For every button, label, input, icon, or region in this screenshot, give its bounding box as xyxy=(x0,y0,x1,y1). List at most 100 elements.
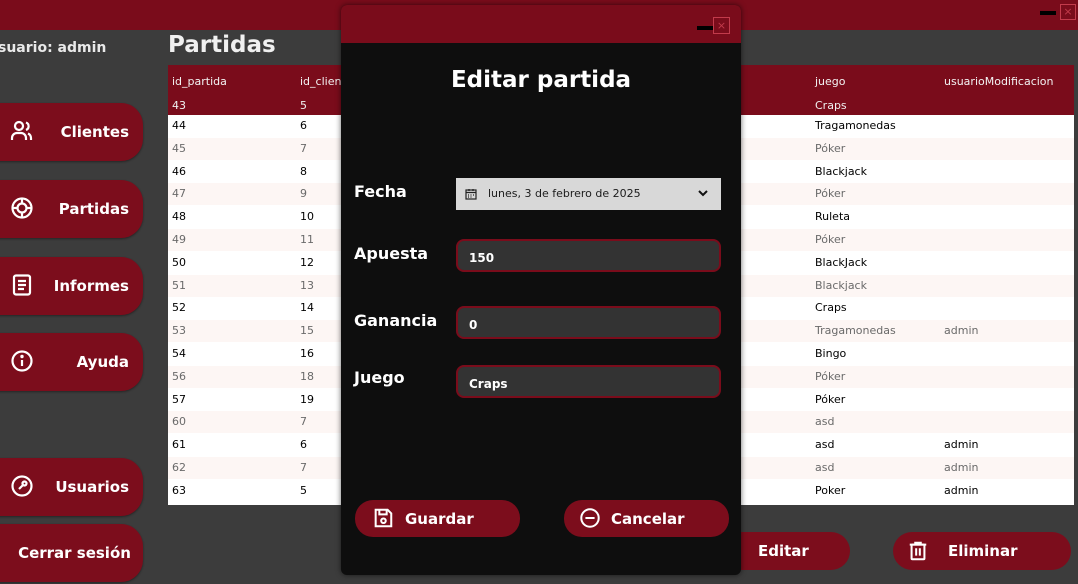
close-icon[interactable]: × xyxy=(1060,4,1076,20)
wrench-icon xyxy=(11,475,33,497)
close-icon[interactable]: × xyxy=(713,17,730,34)
info-icon xyxy=(11,350,33,372)
column-header[interactable]: juego xyxy=(815,75,846,88)
ganancia-input[interactable]: 0 xyxy=(456,306,721,339)
table-cell: Blackjack xyxy=(815,164,867,178)
table-cell: 62 xyxy=(172,461,186,474)
table-cell: 44 xyxy=(172,119,186,132)
table-cell: 13 xyxy=(300,278,314,292)
table-cell: admin xyxy=(944,483,979,497)
table-cell: Ruleta xyxy=(815,210,850,224)
sidebar-item-label: Clientes xyxy=(60,123,129,141)
table-cell: 7 xyxy=(300,415,307,429)
page-title: Partidas xyxy=(168,32,276,58)
table-cell: 56 xyxy=(172,369,186,383)
table-cell: 53 xyxy=(172,324,186,338)
table-cell: 47 xyxy=(172,187,186,201)
apuesta-label: Apuesta xyxy=(354,244,429,263)
table-cell: 43 xyxy=(172,99,186,112)
table-cell: Craps xyxy=(815,301,847,315)
table-cell: Tragamonedas xyxy=(815,119,896,132)
juego-input[interactable]: Craps xyxy=(456,365,721,398)
table-cell: 5 xyxy=(300,99,307,112)
table-cell: 52 xyxy=(172,301,186,315)
dialog-title-bar: × xyxy=(341,5,741,43)
table-cell: Blackjack xyxy=(815,278,867,292)
save-button[interactable]: Guardar xyxy=(355,500,520,537)
sidebar-item-label: Informes xyxy=(53,277,129,295)
table-cell: 14 xyxy=(300,301,314,315)
table-cell: Craps xyxy=(815,99,847,112)
fecha-date-picker[interactable]: lunes, 3 de febrero de 2025 xyxy=(456,178,721,210)
save-icon xyxy=(374,508,393,528)
report-icon xyxy=(12,274,32,296)
calendar-icon xyxy=(465,189,477,200)
juego-label: Juego xyxy=(354,368,405,387)
column-header[interactable]: id_partida xyxy=(172,75,227,88)
table-cell: 49 xyxy=(172,233,186,246)
table-cell: 46 xyxy=(172,164,186,178)
sidebar-item-clientes[interactable]: Clientes xyxy=(0,103,143,161)
sidebar-item-label: Partidas xyxy=(58,200,129,218)
table-cell: Póker xyxy=(815,369,846,383)
delete-button[interactable]: Eliminar xyxy=(893,532,1071,570)
table-cell: asd xyxy=(815,415,835,429)
table-cell: Bingo xyxy=(815,347,847,360)
table-cell: 5 xyxy=(300,483,307,497)
table-cell: Tragamonedas xyxy=(815,324,896,338)
edit-dialog: × Editar partida Fecha lunes, 3 de febre… xyxy=(341,5,741,575)
table-cell: 12 xyxy=(300,255,314,269)
sidebar-item-usuarios[interactable]: Usuarios xyxy=(0,458,143,516)
ganancia-label: Ganancia xyxy=(354,311,438,330)
table-cell: 7 xyxy=(300,141,307,155)
minus-circle-icon xyxy=(580,508,600,528)
table-cell: admin xyxy=(944,461,979,474)
user-label: suario: admin xyxy=(0,40,107,56)
fecha-label: Fecha xyxy=(354,182,407,201)
table-cell: 45 xyxy=(172,141,186,155)
users-icon xyxy=(10,120,33,140)
table-cell: 10 xyxy=(300,210,314,224)
fecha-value: lunes, 3 de febrero de 2025 xyxy=(488,187,641,200)
sidebar-item-label: Ayuda xyxy=(76,353,129,371)
table-cell: asd xyxy=(815,461,835,474)
column-header[interactable]: usuarioModificacion xyxy=(944,75,1054,88)
minimize-icon[interactable] xyxy=(697,26,714,30)
save-label: Guardar xyxy=(405,510,474,528)
dialog-title: Editar partida xyxy=(450,67,632,93)
table-cell: admin xyxy=(944,324,979,338)
trash-icon xyxy=(909,541,927,561)
table-cell: 54 xyxy=(172,347,186,360)
cancel-button[interactable]: Cancelar xyxy=(564,500,729,537)
minimize-icon[interactable] xyxy=(1040,11,1056,15)
sidebar-item-partidas[interactable]: Partidas xyxy=(0,180,143,238)
cancel-label: Cancelar xyxy=(611,510,685,528)
table-cell: 51 xyxy=(172,278,186,292)
table-cell: Póker xyxy=(815,392,846,406)
column-header[interactable]: id_client xyxy=(300,75,346,88)
table-cell: Póker xyxy=(815,233,846,246)
table-cell: admin xyxy=(944,438,979,452)
table-cell: 6 xyxy=(300,438,307,452)
logout-label: Cerrar sesión xyxy=(18,544,131,562)
chevron-down-icon xyxy=(698,190,708,197)
table-cell: Póker xyxy=(815,187,846,201)
table-cell: 9 xyxy=(300,187,307,201)
apuesta-input[interactable]: 150 xyxy=(456,239,721,272)
table-cell: 19 xyxy=(300,392,314,406)
table-cell: Póker xyxy=(815,141,846,155)
table-cell: 18 xyxy=(300,369,314,383)
chip-icon xyxy=(11,197,33,219)
logout-button[interactable]: Cerrar sesión xyxy=(0,524,143,582)
table-cell: 61 xyxy=(172,438,186,452)
table-cell: 63 xyxy=(172,483,186,497)
table-cell: 57 xyxy=(172,392,186,406)
sidebar-item-ayuda[interactable]: Ayuda xyxy=(0,333,143,391)
sidebar-item-label: Usuarios xyxy=(55,478,129,496)
table-cell: 48 xyxy=(172,210,186,224)
table-cell: 16 xyxy=(300,347,314,360)
table-cell: 11 xyxy=(300,233,314,246)
edit-label: Editar xyxy=(758,542,809,560)
table-cell: 60 xyxy=(172,415,186,429)
sidebar-item-informes[interactable]: Informes xyxy=(0,257,143,315)
